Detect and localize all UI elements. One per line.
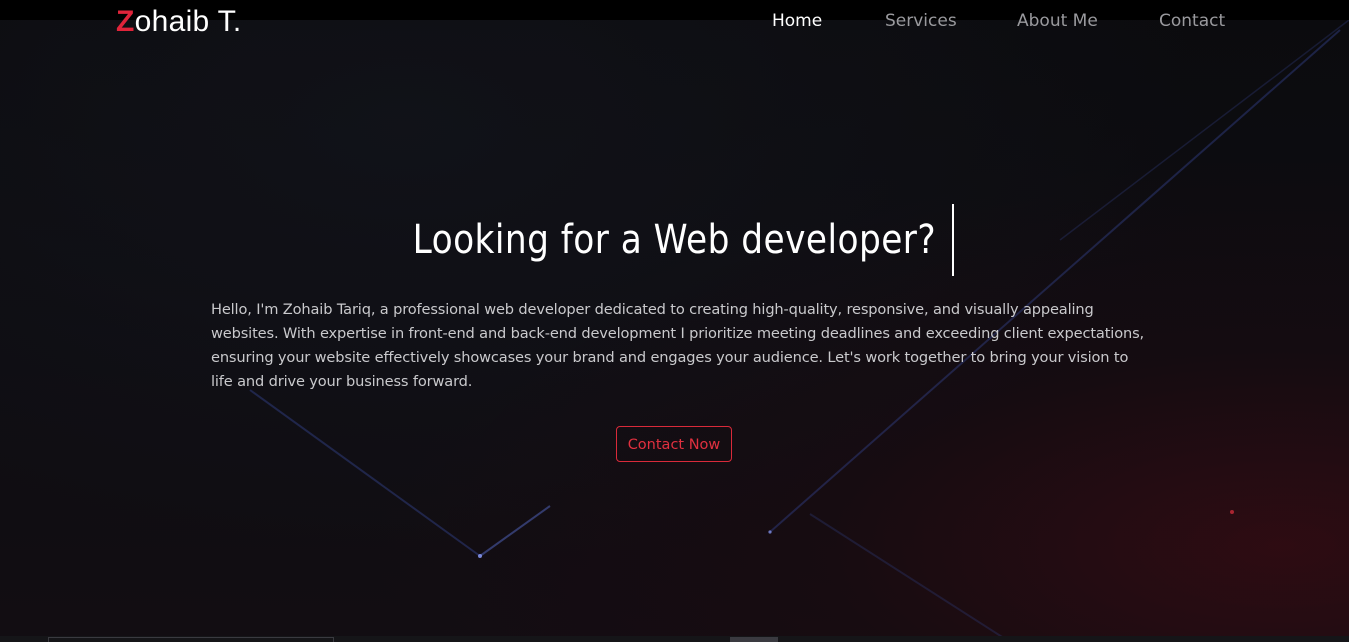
nav-about-me[interactable]: About Me [1017,10,1098,32]
hero-page: Zohaib T. Home Services About Me Contact… [0,0,1349,642]
streak-line [479,505,551,557]
glow-dot [478,554,482,558]
nav-contact[interactable]: Contact [1159,10,1225,32]
hero-headline: Looking for a Web developer? [412,217,937,263]
nav-services[interactable]: Services [885,10,957,32]
streak-line [249,389,481,557]
streak-line [809,513,1011,642]
hero-headline-wrap: Looking for a Web developer? [0,204,1349,276]
contact-now-button[interactable]: Contact Now [616,426,732,462]
typing-caret [952,204,954,276]
main-nav: Home Services About Me Contact [0,10,1349,32]
glow-dot [768,530,772,534]
bottom-strip-segment [730,637,778,642]
bottom-edge-strip [0,636,1349,642]
hero-intro: Hello, I'm Zohaib Tariq, a professional … [211,301,1145,390]
nav-home[interactable]: Home [772,10,822,32]
bottom-strip-segment [48,637,334,642]
streak-line [769,29,1341,533]
glow-dot [1230,510,1234,514]
